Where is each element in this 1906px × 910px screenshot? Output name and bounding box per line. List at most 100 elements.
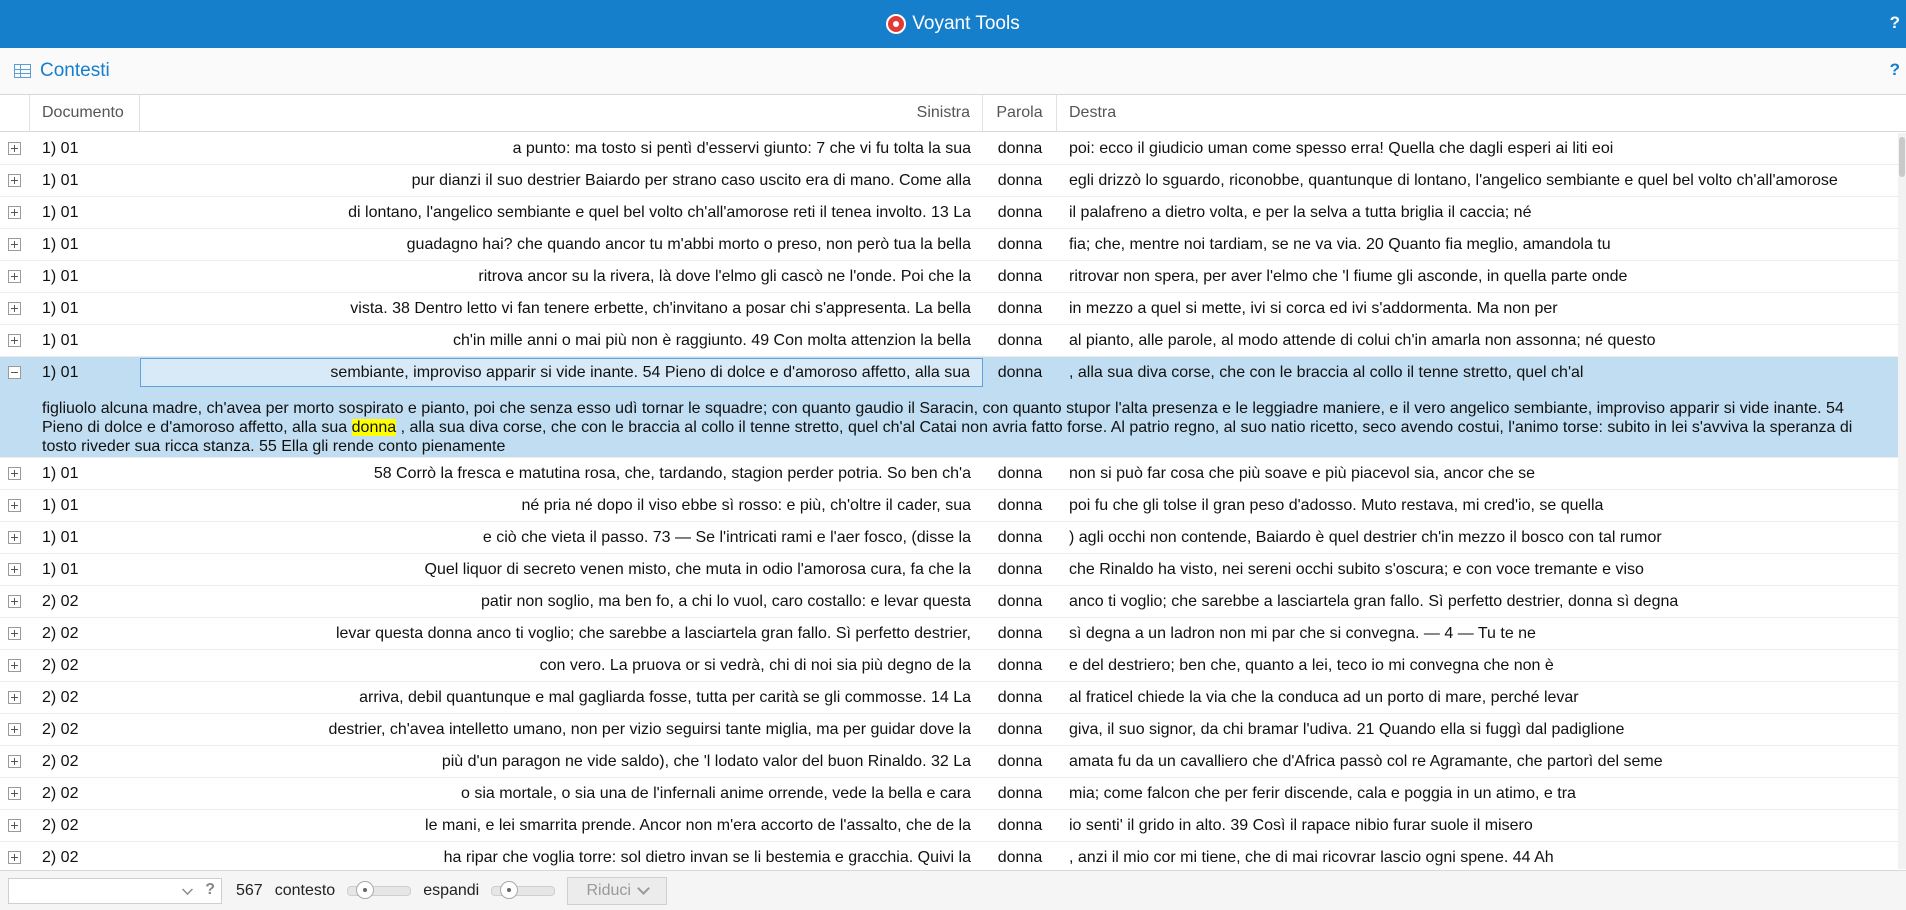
expand-icon[interactable] [8,691,21,704]
right-context-cell: al fraticel chiede la via che la conduca… [1069,689,1579,706]
panel-title: Contesti [40,60,110,81]
slider-knob[interactable] [356,880,375,899]
row-expander[interactable] [0,293,30,324]
table-row[interactable]: 1) 01 58 Corrò la fresca e matutina rosa,… [0,458,1898,490]
row-expander[interactable] [0,778,30,809]
table-row[interactable]: 2) 02 con vero. La pruova or si vedrà, ch… [0,650,1898,682]
row-expander[interactable] [0,650,30,681]
table-row[interactable]: 1) 01 e ciò che vieta il passo. 73 — Se l… [0,522,1898,554]
table-row[interactable]: 2) 02 le mani, e lei smarrita prende. Anc… [0,810,1898,842]
panel-help-icon[interactable]: ? [1890,60,1900,80]
keyword-cell: donna [997,817,1043,834]
collapse-icon[interactable] [8,366,21,379]
expand-icon[interactable] [8,563,21,576]
right-context-cell: sì degna a un ladron non mi par che si c… [1069,625,1536,642]
table-row[interactable]: 1) 01 pur dianzi il suo destrier Baiardo … [0,165,1898,197]
app-title: Voyant Tools [886,13,1020,35]
row-expander[interactable] [0,522,30,553]
row-expander[interactable] [0,810,30,841]
expand-icon[interactable] [8,851,21,864]
expand-slider[interactable] [491,880,556,899]
table-row[interactable]: 2) 02 o sia mortale, o sia una de l'infer… [0,778,1898,810]
table-row[interactable]: 2) 02 ha ripar che voglia torre: sol diet… [0,842,1898,869]
keyword-cell: donna [997,300,1043,317]
row-expander[interactable] [0,586,30,617]
row-expander[interactable] [0,842,30,869]
table-row[interactable]: 1) 01 né pria né dopo il viso ebbe sì ros… [0,490,1898,522]
column-header-destra[interactable]: Destra [1057,95,1887,131]
table-row[interactable]: 1) 01 sembiante, improviso apparir si vid… [0,357,1898,458]
expand-icon[interactable] [8,142,21,155]
expand-icon[interactable] [8,334,21,347]
row-expander[interactable] [0,714,30,745]
chevron-down-icon[interactable] [182,883,193,895]
row-expander[interactable] [0,490,30,521]
expand-icon[interactable] [8,467,21,480]
keyword-cell: donna [997,529,1043,546]
table-row[interactable]: 1) 01 a punto: ma tosto si pentì d'esserv… [0,133,1898,165]
expand-icon[interactable] [8,787,21,800]
expand-icon[interactable] [8,499,21,512]
table-row[interactable]: 1) 01 ch'in mille anni o mai più non è ra… [0,325,1898,357]
row-expander[interactable] [0,682,30,713]
row-expander[interactable] [0,357,30,388]
table-row[interactable]: 2) 02 arriva, debil quantunque e mal gagl… [0,682,1898,714]
column-header-sinistra[interactable]: Sinistra [140,95,983,131]
slider-knob[interactable] [500,880,519,899]
expand-icon[interactable] [8,174,21,187]
expand-icon[interactable] [8,302,21,315]
row-expander[interactable] [0,133,30,164]
table-row[interactable]: 2) 02 più d'un paragon ne vide saldo), ch… [0,746,1898,778]
row-expander[interactable] [0,458,30,489]
reduce-button[interactable]: Riduci [567,876,668,905]
highlighted-keyword: donna [351,419,397,436]
expand-icon[interactable] [8,627,21,640]
left-context-cell: ritrova ancor su la rivera, là dove l'el… [478,268,971,285]
table-row[interactable]: 1) 01 Quel liquor di secreto venen misto,… [0,554,1898,586]
left-context-cell: né pria né dopo il viso ebbe sì rosso: e… [521,497,971,514]
left-context-cell: pur dianzi il suo destrier Baiardo per s… [411,172,971,189]
voyant-logo-icon [886,14,907,34]
table-row[interactable]: 1) 01 vista. 38 Dentro letto vi fan tener… [0,293,1898,325]
expand-icon[interactable] [8,531,21,544]
expand-icon[interactable] [8,755,21,768]
row-expander[interactable] [0,165,30,196]
table-row[interactable]: 1) 01 ritrova ancor su la rivera, là dove… [0,261,1898,293]
document-cell: 2) 02 [42,849,79,866]
row-expander[interactable] [0,261,30,292]
table-row[interactable]: 2) 02 levar questa donna anco ti voglio; … [0,618,1898,650]
panel-header: Contesti ? [0,48,1906,95]
expand-icon[interactable] [8,238,21,251]
expand-icon[interactable] [8,206,21,219]
question-icon[interactable]: ? [205,881,215,899]
right-context-cell: egli drizzò lo sguardo, riconobbe, quant… [1069,172,1838,189]
context-slider[interactable] [347,880,412,899]
vertical-scrollbar[interactable] [1898,133,1906,869]
document-combobox[interactable]: ? [8,877,222,904]
help-icon[interactable]: ? [1890,13,1900,33]
expand-icon[interactable] [8,595,21,608]
row-expander[interactable] [0,746,30,777]
row-expander[interactable] [0,618,30,649]
row-expander[interactable] [0,197,30,228]
expand-label: espandi [423,881,480,899]
table-row[interactable]: 2) 02 patir non soglio, ma ben fo, a chi … [0,586,1898,618]
table-row[interactable]: 2) 02 destrier, ch'avea intelletto umano,… [0,714,1898,746]
table-row[interactable]: 1) 01 guadagno hai? che quando ancor tu m… [0,229,1898,261]
right-context-cell: poi fu che gli tolse il gran peso d'ados… [1069,497,1604,514]
expand-icon[interactable] [8,270,21,283]
row-expander[interactable] [0,325,30,356]
expand-icon[interactable] [8,819,21,832]
expand-icon[interactable] [8,659,21,672]
column-header-documento[interactable]: Documento [30,95,140,131]
row-expander[interactable] [0,554,30,585]
right-context-cell: ritrovar non spera, per aver l'elmo che … [1069,268,1628,285]
document-cell: 2) 02 [42,785,79,802]
app-header: Voyant Tools ? [0,0,1906,48]
column-header-parola[interactable]: Parola [983,95,1057,131]
table-row[interactable]: 1) 01 di lontano, l'angelico sembiante e … [0,197,1898,229]
row-expander[interactable] [0,229,30,260]
document-cell: 2) 02 [42,657,79,674]
expand-icon[interactable] [8,723,21,736]
scrollbar-thumb[interactable] [1899,137,1905,177]
